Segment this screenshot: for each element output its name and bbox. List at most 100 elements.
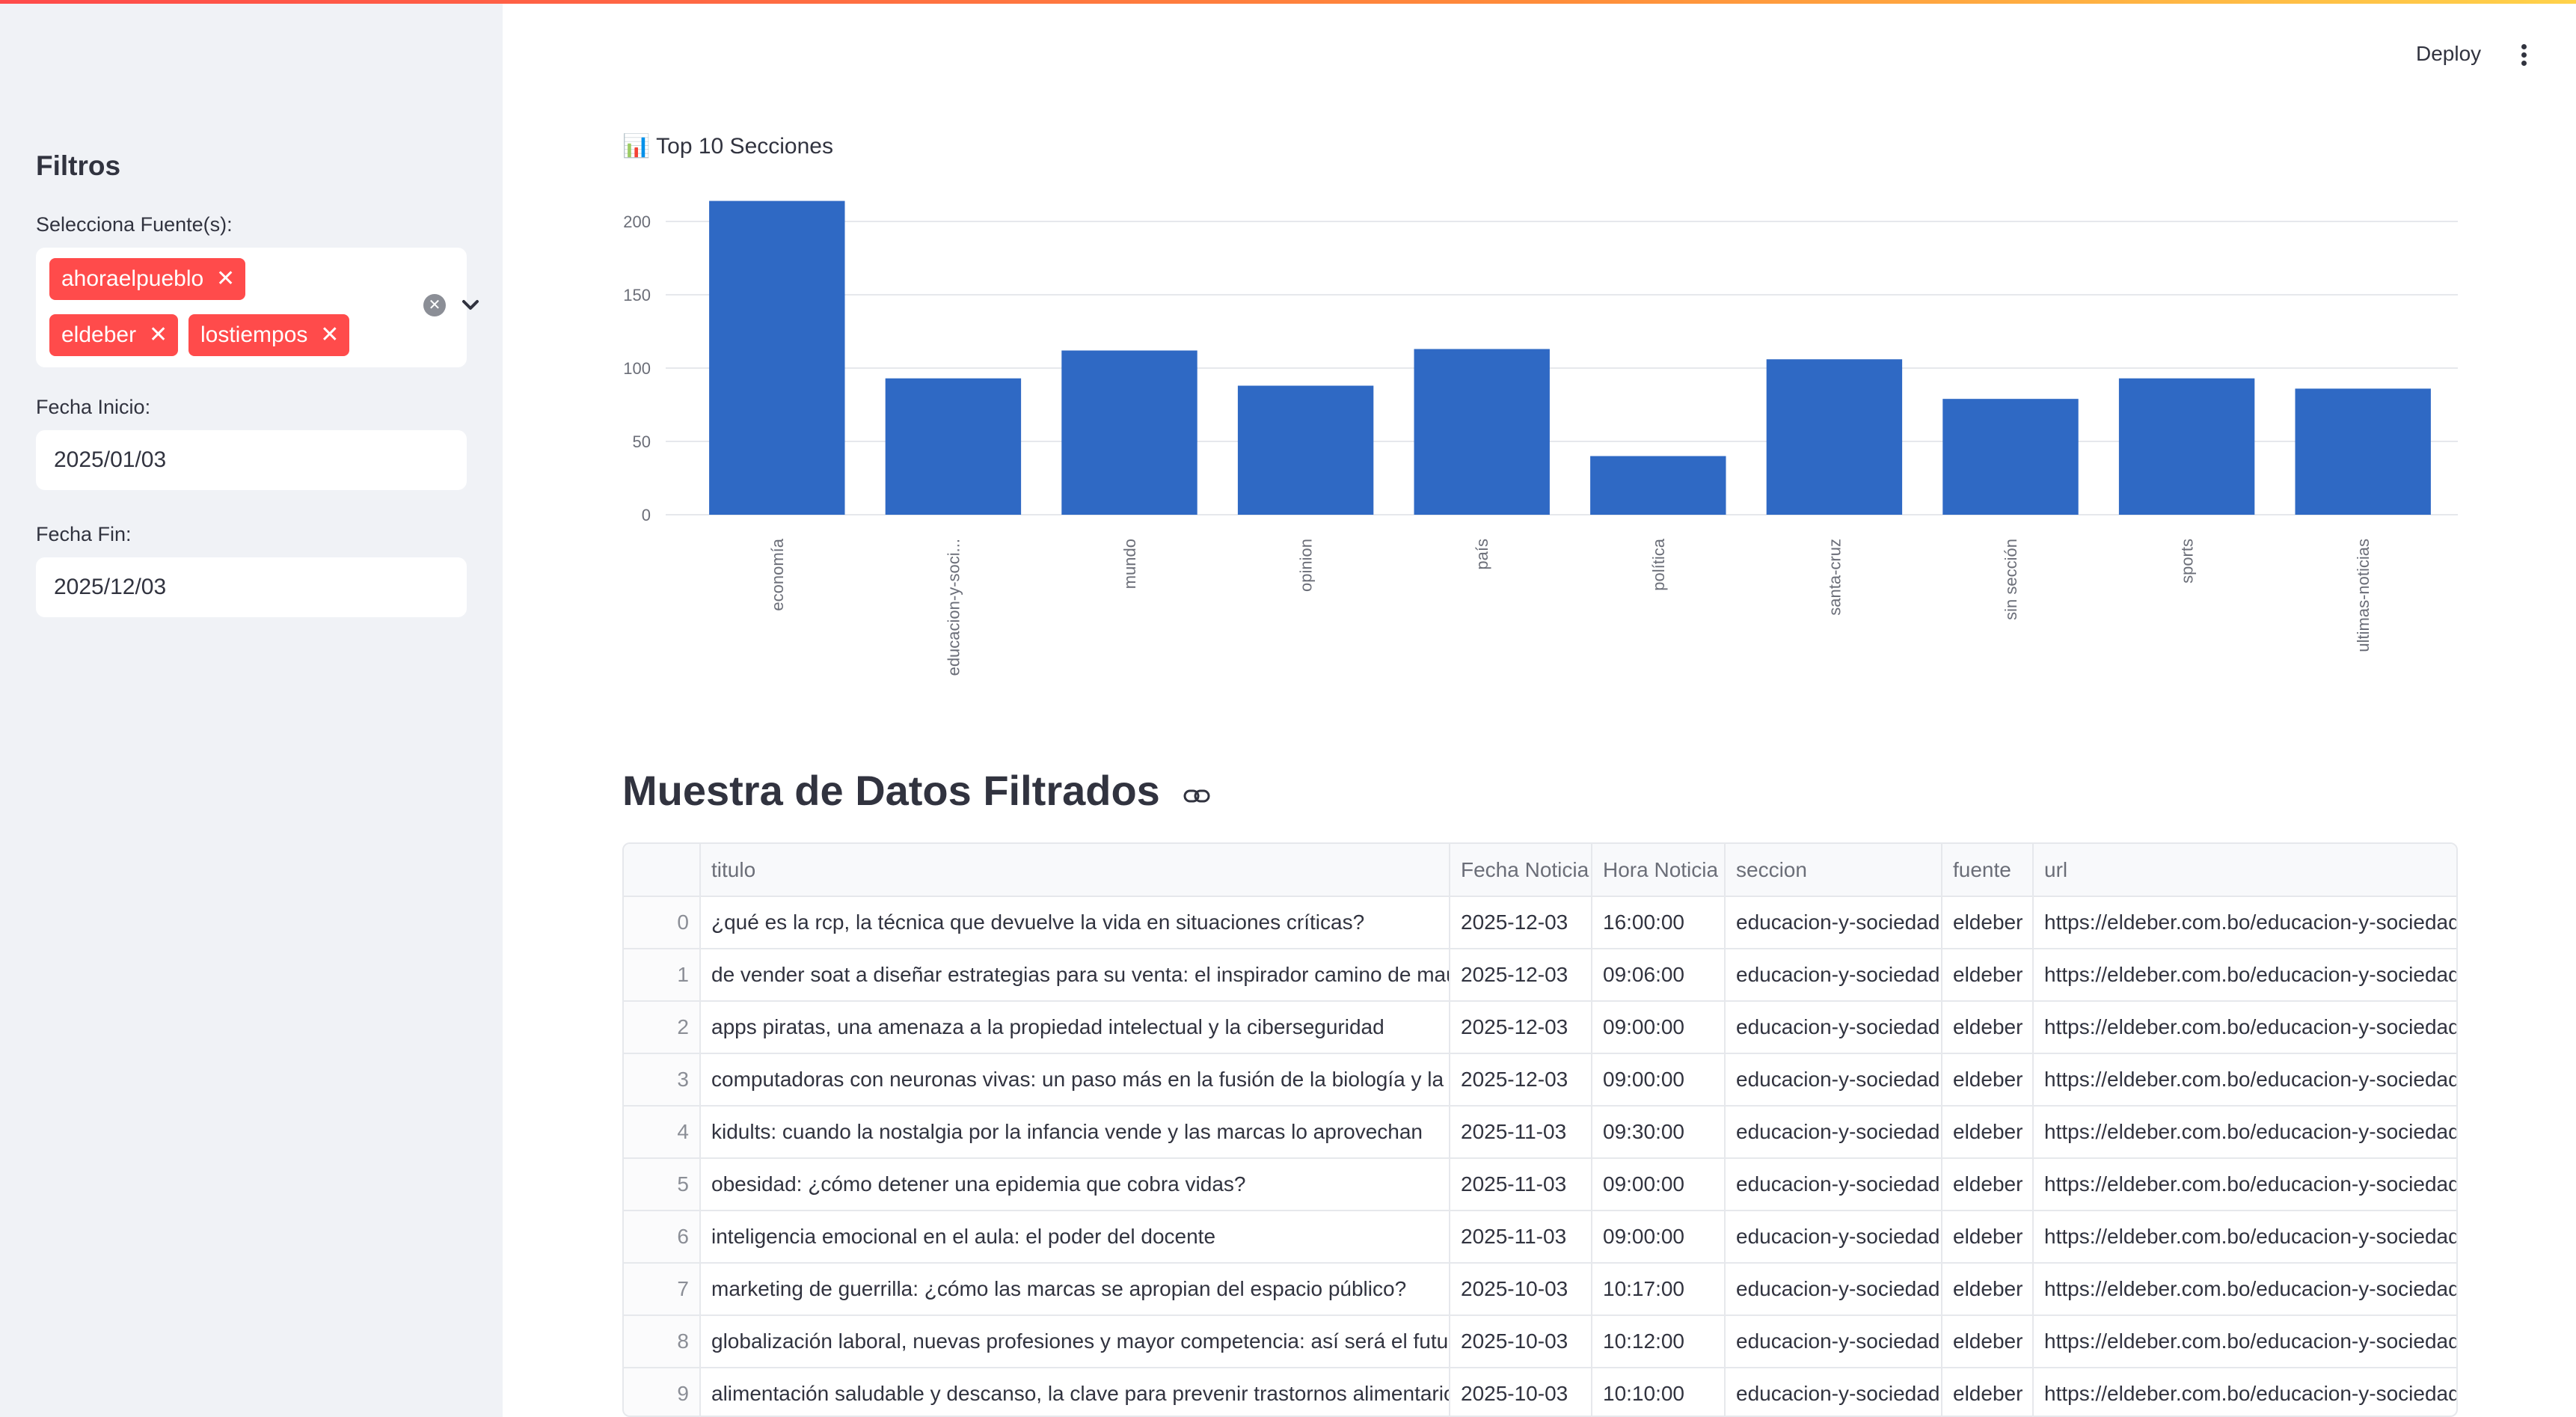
table-row[interactable]: 9 alimentación saludable y descanso, la c…: [624, 1368, 2456, 1416]
table-cell[interactable]: inteligencia emocional en el aula: el po…: [700, 1211, 1450, 1264]
kebab-menu-icon[interactable]: [2515, 42, 2533, 69]
table-cell[interactable]: 2025-11-03: [1450, 1158, 1592, 1211]
table-cell[interactable]: eldeber: [1942, 1263, 2034, 1316]
table-cell[interactable]: alimentación saludable y descanso, la cl…: [700, 1368, 1450, 1416]
table-cell[interactable]: 2025-12-03: [1450, 949, 1592, 1002]
table-row[interactable]: 8 globalización laboral, nuevas profesion…: [624, 1315, 2456, 1368]
table-cell[interactable]: 10:17:00: [1592, 1263, 1726, 1316]
table-row[interactable]: 7 marketing de guerrilla: ¿cómo las marca…: [624, 1263, 2456, 1316]
table-cell[interactable]: de vender soat a diseñar estrategias par…: [700, 949, 1450, 1002]
table-row[interactable]: 3 computadoras con neuronas vivas: un pas…: [624, 1053, 2456, 1107]
table-row[interactable]: 5 obesidad: ¿cómo detener una epidemia qu…: [624, 1158, 2456, 1211]
table-cell[interactable]: eldeber: [1942, 1001, 2034, 1054]
table-cell[interactable]: 09:06:00: [1592, 949, 1726, 1002]
table-cell[interactable]: https://eldeber.com.bo/educacion-y-socie…: [2033, 1053, 2456, 1107]
row-index[interactable]: 7: [624, 1263, 701, 1316]
row-index[interactable]: 6: [624, 1211, 701, 1264]
table-cell[interactable]: 2025-10-03: [1450, 1263, 1592, 1316]
table-cell[interactable]: eldeber: [1942, 1053, 2034, 1107]
table-cell[interactable]: https://eldeber.com.bo/educacion-y-socie…: [2033, 1315, 2456, 1368]
table-cell[interactable]: eldeber: [1942, 1315, 2034, 1368]
table-cell[interactable]: 09:00:00: [1592, 1053, 1726, 1107]
table-row[interactable]: 1 de vender soat a diseñar estrategias pa…: [624, 949, 2456, 1002]
table-cell[interactable]: educacion-y-sociedad: [1725, 1158, 1942, 1211]
column-header[interactable]: titulo: [700, 844, 1450, 897]
table-cell[interactable]: 09:00:00: [1592, 1211, 1726, 1264]
table-cell[interactable]: 10:10:00: [1592, 1368, 1726, 1416]
row-index[interactable]: 9: [624, 1368, 701, 1416]
column-header[interactable]: seccion: [1725, 844, 1942, 897]
table-cell[interactable]: marketing de guerrilla: ¿cómo las marcas…: [700, 1263, 1450, 1316]
bar[interactable]: [2295, 388, 2431, 515]
row-index[interactable]: 4: [624, 1106, 701, 1159]
table-cell[interactable]: educacion-y-sociedad: [1725, 1106, 1942, 1159]
table-cell[interactable]: 2025-12-03: [1450, 896, 1592, 949]
row-index[interactable]: 3: [624, 1053, 701, 1107]
table-cell[interactable]: globalización laboral, nuevas profesione…: [700, 1315, 1450, 1368]
table-cell[interactable]: apps piratas, una amenaza a la propiedad…: [700, 1001, 1450, 1054]
row-index[interactable]: 8: [624, 1315, 701, 1368]
row-index[interactable]: 0: [624, 896, 701, 949]
table-cell[interactable]: https://eldeber.com.bo/educacion-y-socie…: [2033, 1368, 2456, 1416]
bar[interactable]: [2118, 378, 2255, 515]
bar[interactable]: [1414, 349, 1550, 515]
remove-chip-icon[interactable]: ✕: [149, 314, 168, 356]
table-cell[interactable]: https://eldeber.com.bo/educacion-y-socie…: [2033, 1001, 2456, 1054]
table-cell[interactable]: educacion-y-sociedad: [1725, 1315, 1942, 1368]
start-date-input[interactable]: [36, 430, 467, 490]
table-cell[interactable]: educacion-y-sociedad: [1725, 1001, 1942, 1054]
bar[interactable]: [709, 201, 845, 515]
column-header[interactable]: url: [2033, 844, 2456, 897]
table-cell[interactable]: obesidad: ¿cómo detener una epidemia que…: [700, 1158, 1450, 1211]
bar[interactable]: [885, 378, 1022, 515]
bar[interactable]: [1942, 399, 2079, 515]
table-row[interactable]: 6 inteligencia emocional en el aula: el p…: [624, 1211, 2456, 1264]
table-cell[interactable]: 16:00:00: [1592, 896, 1726, 949]
table-cell[interactable]: 09:30:00: [1592, 1106, 1726, 1159]
table-cell[interactable]: educacion-y-sociedad: [1725, 896, 1942, 949]
end-date-input[interactable]: [36, 557, 467, 617]
table-row[interactable]: 4 kidults: cuando la nostalgia por la inf…: [624, 1106, 2456, 1159]
table-cell[interactable]: kidults: cuando la nostalgia por la infa…: [700, 1106, 1450, 1159]
table-cell[interactable]: eldeber: [1942, 1211, 2034, 1264]
table-cell[interactable]: eldeber: [1942, 1368, 2034, 1416]
table-cell[interactable]: eldeber: [1942, 1158, 2034, 1211]
row-index[interactable]: 2: [624, 1001, 701, 1054]
data-table[interactable]: titulo Fecha Noticia Hora Noticia seccion fu…: [622, 842, 2458, 1417]
bar[interactable]: [1061, 350, 1197, 515]
column-header[interactable]: Fecha Noticia: [1450, 844, 1592, 897]
bar[interactable]: [1590, 456, 1726, 515]
table-cell[interactable]: https://eldeber.com.bo/educacion-y-socie…: [2033, 1263, 2456, 1316]
bar[interactable]: [1237, 385, 1374, 515]
chevron-down-icon[interactable]: [459, 293, 482, 318]
bar[interactable]: [1766, 359, 1903, 515]
column-header[interactable]: Hora Noticia: [1592, 844, 1726, 897]
table-cell[interactable]: 09:00:00: [1592, 1001, 1726, 1054]
clear-all-icon[interactable]: ✕: [423, 294, 446, 316]
table-cell[interactable]: educacion-y-sociedad: [1725, 949, 1942, 1002]
column-header[interactable]: fuente: [1942, 844, 2034, 897]
table-cell[interactable]: ¿qué es la rcp, la técnica que devuelve …: [700, 896, 1450, 949]
table-cell[interactable]: 2025-12-03: [1450, 1053, 1592, 1107]
table-cell[interactable]: 2025-11-03: [1450, 1211, 1592, 1264]
table-cell[interactable]: 2025-10-03: [1450, 1315, 1592, 1368]
table-cell[interactable]: 2025-12-03: [1450, 1001, 1592, 1054]
row-index[interactable]: 1: [624, 949, 701, 1002]
table-cell[interactable]: https://eldeber.com.bo/educacion-y-socie…: [2033, 896, 2456, 949]
table-cell[interactable]: 2025-11-03: [1450, 1106, 1592, 1159]
remove-chip-icon[interactable]: ✕: [216, 258, 235, 300]
table-cell[interactable]: https://eldeber.com.bo/educacion-y-socie…: [2033, 1158, 2456, 1211]
table-cell[interactable]: https://eldeber.com.bo/educacion-y-socie…: [2033, 1211, 2456, 1264]
table-cell[interactable]: educacion-y-sociedad: [1725, 1053, 1942, 1107]
anchor-link-icon[interactable]: [1183, 789, 1210, 804]
table-cell[interactable]: https://eldeber.com.bo/educacion-y-socie…: [2033, 949, 2456, 1002]
table-cell[interactable]: educacion-y-sociedad: [1725, 1263, 1942, 1316]
remove-chip-icon[interactable]: ✕: [320, 314, 339, 356]
column-header[interactable]: [624, 844, 701, 897]
source-multiselect[interactable]: ahoraelpueblo ✕ eldeber ✕ lostiempos ✕ ✕: [36, 248, 479, 367]
table-cell[interactable]: eldeber: [1942, 1106, 2034, 1159]
table-cell[interactable]: eldeber: [1942, 949, 2034, 1002]
table-cell[interactable]: https://eldeber.com.bo/educacion-y-socie…: [2033, 1106, 2456, 1159]
table-cell[interactable]: educacion-y-sociedad: [1725, 1368, 1942, 1416]
deploy-button[interactable]: Deploy: [2416, 42, 2481, 66]
